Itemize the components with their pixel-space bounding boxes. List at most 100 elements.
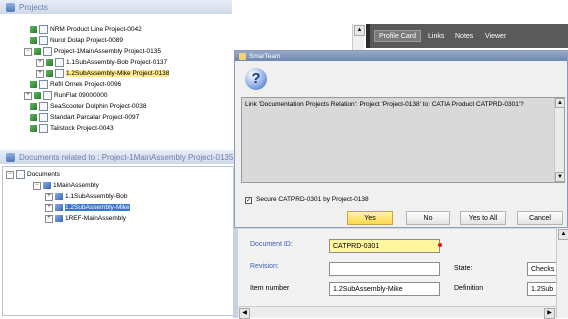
tab-label: Viewer	[485, 32, 507, 40]
checkmark-icon	[30, 37, 37, 44]
form-horizontal-scrollbar[interactable]: ◀ ▶	[238, 306, 556, 319]
tree-item-label: Nurol Dolap Project-0089	[50, 37, 123, 44]
projects-panel-header: Projects	[0, 0, 232, 14]
tree-item-selected[interactable]: + 1.2SubAssembly-Mike Project-0138	[36, 69, 170, 78]
revision-label: Revision:	[250, 263, 279, 270]
tree-item-label: 1.1SubAssembly-Bob Project-0137	[66, 59, 168, 66]
required-marker-icon	[438, 243, 442, 247]
expand-icon[interactable]: +	[45, 203, 53, 212]
project-icon	[39, 36, 48, 45]
tree-item-label: 1.2SubAssembly-Mike	[65, 204, 130, 211]
documents-icon	[6, 152, 15, 162]
tab-label: Links	[428, 32, 445, 40]
state-label: State:	[454, 265, 473, 272]
tree-item[interactable]: − Documents	[6, 170, 60, 179]
tree-item[interactable]: NRM Product Line Project-0042	[30, 25, 142, 34]
tree-item-label: Standart Parcalar Project-0097	[50, 114, 140, 121]
revision-field[interactable]	[329, 262, 440, 276]
checkmark-icon	[34, 92, 41, 99]
collapse-icon[interactable]: −	[33, 181, 41, 190]
project-icon	[39, 124, 48, 133]
documents-panel-header: Documents related to : Project-1MainAsse…	[0, 150, 234, 164]
checkmark-icon	[46, 70, 53, 77]
tree-item-label: 1.1SubAssembly-Bob	[65, 193, 128, 200]
collapse-icon[interactable]: −	[24, 47, 32, 56]
dialog-message: Link 'Documentation Projects Relation': …	[245, 101, 524, 108]
tree-item[interactable]: Tailstock Project-0043	[30, 124, 114, 133]
secure-checkbox[interactable]: ✓	[245, 197, 252, 204]
documents-tree[interactable]: − Documents − 1MainAssembly + 1.1SubAsse…	[2, 166, 234, 316]
expand-icon[interactable]: +	[36, 58, 44, 67]
folder-icon	[16, 170, 25, 179]
profile-card-form: Document ID: CATPRD-0301 Revision: State…	[238, 228, 568, 319]
assembly-icon	[55, 204, 63, 211]
tab-viewer[interactable]: Viewer	[481, 30, 510, 42]
tree-item-label: NRM Product Line Project-0042	[50, 26, 142, 33]
tree-item[interactable]: Nurol Dolap Project-0089	[30, 36, 123, 45]
tree-item[interactable]: + 1REF-MainAssembly	[45, 214, 126, 223]
tree-item[interactable]: Refil Ornek Project-0096	[30, 80, 121, 89]
expand-icon[interactable]: +	[45, 214, 53, 223]
tree-item[interactable]: + 1.1SubAssembly-Bob Project-0137	[36, 58, 167, 67]
scroll-right-icon[interactable]: ▶	[544, 308, 555, 319]
assembly-icon	[55, 193, 63, 200]
tree-item[interactable]: + 1.1SubAssembly-Bob	[45, 192, 128, 201]
tree-item[interactable]: Standart Parcalar Project-0097	[30, 113, 139, 122]
tree-item-label: Refil Ornek Project-0096	[50, 81, 122, 88]
projects-panel-title: Projects	[19, 2, 48, 12]
project-icon	[43, 47, 52, 56]
expand-icon[interactable]: +	[36, 69, 44, 78]
form-vertical-scrollbar[interactable]: ▲	[556, 228, 568, 318]
checkmark-icon	[30, 81, 37, 88]
scroll-left-icon[interactable]: ◀	[239, 308, 250, 319]
tree-item[interactable]: SeaScooter Dolphin Project-0038	[30, 102, 146, 111]
tree-item[interactable]: + RunFlat 09000000	[24, 91, 108, 100]
tree-item-label: 1.2SubAssembly-Mike Project-0138	[66, 70, 170, 77]
cancel-button[interactable]: Cancel	[517, 211, 563, 225]
checkmark-icon	[30, 103, 37, 110]
message-scrollbar[interactable]: ▲ ▼	[554, 98, 565, 182]
scroll-up-icon[interactable]: ▲	[555, 98, 565, 108]
tree-item-label: Tailstock Project-0043	[50, 125, 114, 132]
tree-item[interactable]: − Project-1MainAssembly Project-0135	[24, 47, 161, 56]
expand-icon[interactable]: +	[45, 192, 53, 201]
documents-panel-title: Documents related to : Project-1MainAsse…	[19, 152, 234, 162]
assembly-icon	[55, 215, 63, 222]
projects-icon	[6, 2, 15, 12]
project-icon	[39, 113, 48, 122]
project-icon	[39, 25, 48, 34]
dialog-titlebar[interactable]: SmarTeam	[235, 51, 567, 61]
checkmark-icon	[30, 26, 37, 33]
item-number-field[interactable]: 1.2SubAssembly-Mike	[329, 282, 440, 296]
tree-item-label: Documents	[27, 171, 60, 178]
yes-to-all-button[interactable]: Yes to All	[460, 211, 506, 225]
tab-links[interactable]: Links	[424, 30, 448, 42]
question-icon: ?	[245, 68, 267, 90]
checkmark-icon	[46, 59, 53, 66]
document-id-label: Document ID:	[250, 241, 293, 248]
collapse-icon[interactable]: −	[6, 170, 14, 179]
scroll-up-icon[interactable]: ▲	[558, 229, 568, 240]
tree-item-label: 1MainAssembly	[53, 182, 99, 189]
confirm-dialog: SmarTeam ? Link 'Documentation Projects …	[234, 50, 568, 228]
tab-profile-card[interactable]: Profile Card	[374, 30, 421, 42]
checkmark-icon	[30, 114, 37, 121]
yes-button[interactable]: Yes	[347, 211, 393, 225]
scroll-up-icon[interactable]: ▲	[354, 25, 365, 36]
tab-label: Profile Card	[379, 32, 416, 40]
tree-item[interactable]: − 1MainAssembly	[33, 181, 99, 190]
no-button[interactable]: No	[406, 211, 450, 225]
tree-item-selected[interactable]: + 1.2SubAssembly-Mike	[45, 203, 130, 212]
tab-notes[interactable]: Notes	[451, 30, 477, 42]
project-icon	[55, 58, 64, 67]
tree-item-label: SeaScooter Dolphin Project-0038	[50, 103, 147, 110]
assembly-icon	[43, 182, 51, 189]
project-icon	[39, 102, 48, 111]
checkmark-icon	[34, 48, 41, 55]
scroll-down-icon[interactable]: ▼	[555, 172, 565, 182]
project-icon	[43, 91, 52, 100]
document-id-field[interactable]: CATPRD-0301	[329, 239, 440, 253]
tree-item-label: RunFlat 09000000	[54, 92, 108, 99]
tab-strip-edge	[366, 24, 370, 48]
expand-icon[interactable]: +	[24, 91, 32, 100]
